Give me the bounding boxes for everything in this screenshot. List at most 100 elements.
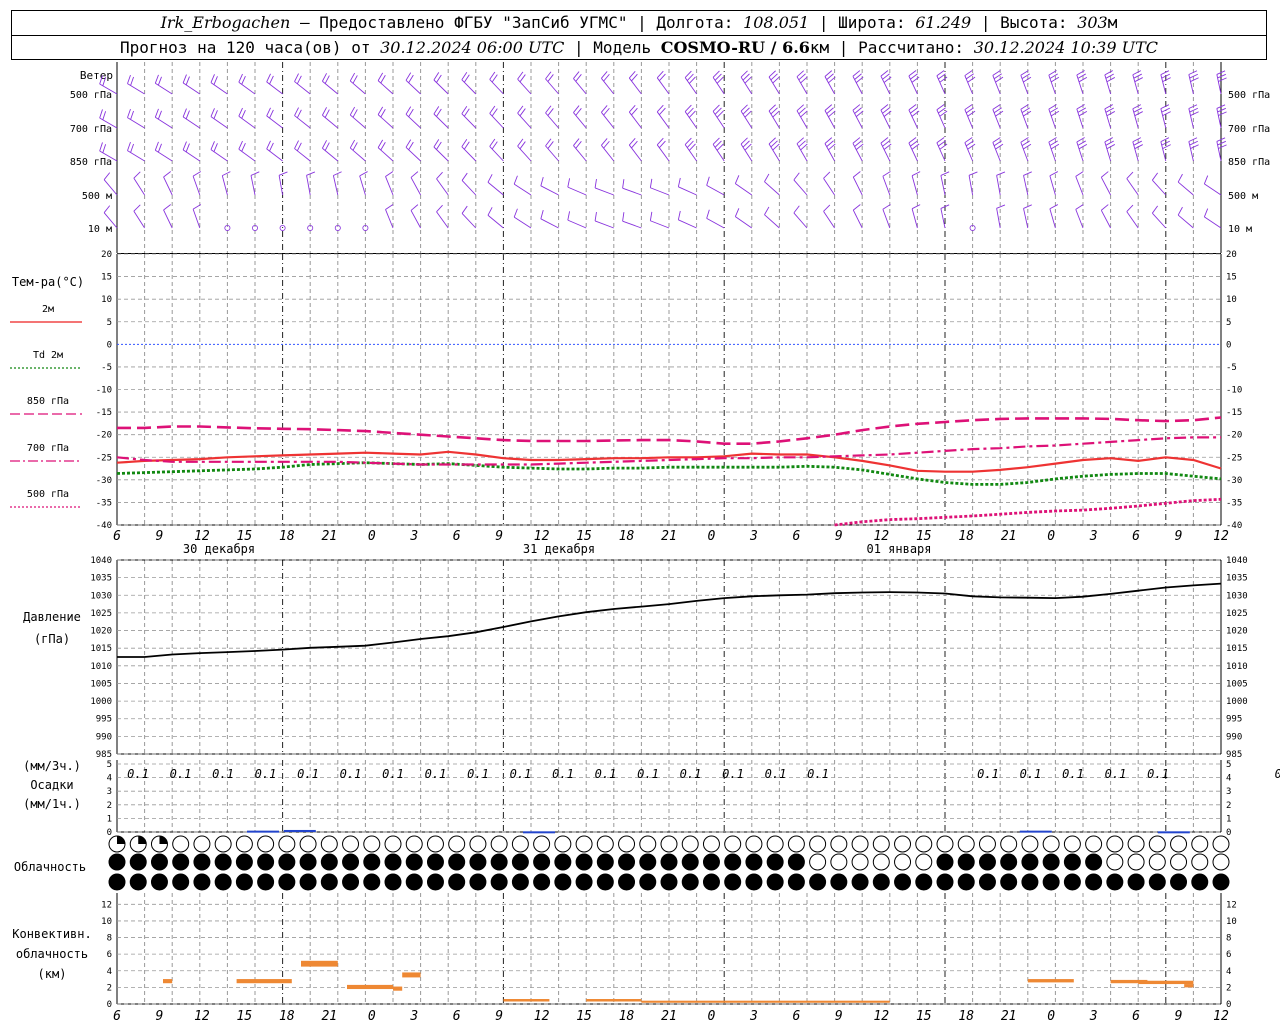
wind-barb-flag [487,207,493,216]
conv-ytick-right: 12 [1226,900,1237,910]
wind-barb-flag [1049,107,1058,113]
wind-barb-shaft [601,112,615,129]
date-label: 01 января [866,542,931,556]
wind-barb-shaft [405,79,421,95]
wind-barb-shaft [573,112,587,129]
wind-barb-flag [677,210,681,220]
cloud-octa-circle [1148,853,1166,871]
wind-barb-flag [266,140,271,150]
wind-barb-shaft [628,144,642,162]
time-tick-label-bottom: 6 [453,1009,461,1024]
cloud-octa-circle [469,835,487,853]
wind-level-label-left: 700 гПа [70,124,112,135]
wind-barb-shaft [322,147,339,162]
wind-barb-flag [573,71,580,79]
cloud-octa-circle [809,853,827,871]
conv-label-2: облачность [16,947,88,961]
wind-barb-flag [1160,70,1170,76]
wind-barb-flag [489,71,496,80]
time-tick-label-bottom: 3 [749,1009,758,1024]
cloud-octa-circle [172,853,190,871]
cloud-octa-circle [405,873,423,891]
wind-barb-shaft [706,217,725,229]
conv-cloud-bar [503,999,550,1002]
precip-3h-value: 0.1 [297,767,319,781]
wind-barb-flag [324,75,330,84]
wind-panel: Ветер 500 гПа 500 гПа 700 гПа 700 гПа 850 гП… [70,69,1270,235]
wind-barb-shaft [764,181,780,196]
cloud-octa-circle [533,835,551,853]
cloud-octa-circle [108,853,126,871]
cloud-octa-circle [936,853,954,871]
time-tick-label: 0 [1047,529,1055,544]
cloud-octa-circle [1106,873,1124,891]
wind-barb-shaft [740,110,753,129]
cloud-octa-circle [363,853,381,871]
cloud-octa-circle [618,835,636,853]
wind-barb-shaft [278,175,284,196]
wind-barb-flag [127,142,131,151]
wind-barb-flag [324,109,330,118]
precip-ytick-right: 3 [1226,787,1231,797]
wind-barb-flag [513,175,518,185]
pressure-ytick-left: 985 [96,750,112,760]
pressure-ytick-left: 1005 [90,679,112,689]
wind-barb-flag [154,141,159,151]
wind-level-label-left: 500 гПа [70,90,112,101]
wind-barb-flag [540,177,544,186]
precip-3h-value: 0.1 [510,767,532,781]
temp-legend-label: 2м [42,304,54,315]
cloud-octa-circle [1212,873,1230,891]
wind-barb-flag [461,71,468,80]
wind-barb-shaft [1075,209,1084,229]
wind-barb-shaft [1076,108,1084,129]
pressure-title: Давление [23,610,81,624]
wind-barb-flag [491,141,498,150]
wind-barb-flag [487,174,493,183]
precip-3h-value: 0.1 [765,767,787,781]
wind-barb-flag [706,209,710,219]
wind-barb-flag [241,109,246,119]
cloud-octa-circle [426,835,444,853]
wind-barb-flag [1104,104,1113,110]
precip-3h-value: 0.1 [1147,767,1169,781]
wind-barb-shaft [155,149,173,162]
time-tick-label: 6 [113,529,121,544]
conv-ytick-right: 8 [1226,934,1231,944]
cloud-octa-circle [1063,873,1081,891]
cloud-octa-circle [618,873,636,891]
precip-ytick-right: 0 [1226,828,1231,838]
time-tick-label-bottom: 12 [1213,1009,1229,1024]
wind-barb-flag [1134,144,1143,150]
cloud-octa-circle [702,853,720,871]
cloud-octa-circle [830,873,848,891]
cloud-octa-circle [809,873,827,891]
cloud-octa-circle [787,873,805,891]
wind-barb-flag [677,177,681,187]
cloud-octa-circle [299,835,317,853]
cloud-octa-circle [214,853,232,871]
cloud-octa-circle [851,873,869,891]
wind-barb-flag [575,108,582,116]
wind-barb-flag [269,75,274,85]
wind-barb-flag [1049,140,1058,146]
wind-barb-flag [380,75,386,84]
time-tick-label: 9 [1175,529,1183,544]
wind-barb-shaft [322,114,339,129]
cloud-octa-circle [915,873,933,891]
cloud-octa-circle [894,835,912,853]
pressure-ytick-right: 1020 [1226,627,1248,637]
wind-barb-shaft [908,142,918,162]
wind-barb-shaft [545,145,559,162]
wind-barb-flag [102,111,107,120]
cloud-octa-circle [320,853,338,871]
pressure-ytick-left: 1015 [90,644,112,654]
cloud-octa-circle [1042,873,1060,891]
wind-barb-flag [266,107,271,117]
wind-barb-shaft [793,212,808,229]
pressure-ytick-right: 1025 [1226,609,1248,619]
temp-ytick-right: -15 [1226,408,1242,418]
wind-barb-flag [102,144,107,153]
wind-barb-shaft [940,208,946,229]
temp-ytick-left: -10 [96,386,112,396]
